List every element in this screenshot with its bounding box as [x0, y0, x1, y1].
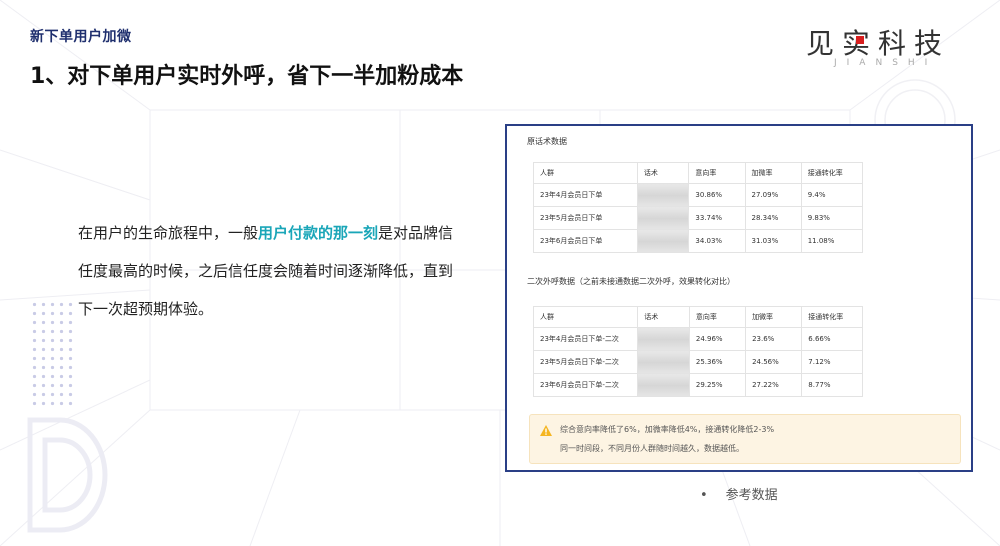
table-cell: 7.12% [801, 350, 863, 374]
table-row: 23年5月会员日下单-二次 25.36% 24.56% 7.12% [532, 350, 863, 374]
table-row: 23年4月会员日下单 30.86% 27.09% 9.4% [533, 183, 864, 207]
company-logo: 见实科技 JIANSHI [806, 22, 966, 72]
table-cell: 27.09% [744, 183, 802, 207]
table1-header-row: 人群 话术 意向率 加微率 接通转化率 [533, 162, 864, 184]
table-cell: 27.22% [745, 373, 803, 397]
table1-header-cell: 接通转化率 [800, 162, 864, 184]
data-panel-inner: 原话术数据 人群 话术 意向率 加微率 接通转化率 23年4月会员日下单 30.… [515, 130, 963, 466]
section-tag: 新下单用户加微 [30, 29, 132, 45]
table2-header-cell: 加微率 [745, 306, 803, 328]
note-line-1: 综合意向率降低了6%，加微率降低4%，接通转化降低2-3% [560, 425, 775, 434]
table-cell: 33.74% [688, 206, 746, 230]
table-row: 23年6月会员日下单 34.03% 31.03% 11.08% [533, 229, 864, 253]
table-cell: 28.34% [744, 206, 802, 230]
table2-header-cell: 人群 [532, 306, 639, 328]
blurred-cell [636, 206, 690, 230]
table-row: 23年4月会员日下单-二次 24.96% 23.6% 6.66% [532, 327, 863, 351]
table-cell: 9.4% [800, 183, 864, 207]
logo-red-square [856, 36, 864, 44]
table-row: 23年6月会员日下单-二次 29.25% 27.22% 8.77% [532, 373, 863, 397]
table1-caption: 原话术数据 [527, 137, 567, 146]
table1-header-cell: 话术 [636, 162, 690, 184]
summary-note: 综合意向率降低了6%，加微率降低4%，接通转化降低2-3% 同一时间段，不同月份… [529, 414, 961, 464]
table1-header-cell: 人群 [533, 162, 638, 184]
blurred-cell [637, 327, 690, 351]
blurred-cell [636, 229, 690, 253]
table-cell: 31.03% [744, 229, 802, 253]
decorative-d-shape [27, 417, 108, 533]
table1-header-cell: 加微率 [744, 162, 802, 184]
table2-header-row: 人群 话术 意向率 加微率 接通转化率 [532, 306, 863, 328]
bullet: • [700, 488, 708, 503]
body-paragraph: 在用户的生命旅程中，一般用户付款的那一刻是对品牌信任度最高的时候，之后信任度会随… [78, 214, 458, 328]
table-cell: 23年4月会员日下单 [533, 183, 638, 207]
reference-caption-text: 参考数据 [725, 488, 778, 503]
table-cell: 23年6月会员日下单-二次 [532, 373, 639, 397]
warning-icon [540, 425, 552, 436]
table-cell: 23年4月会员日下单-二次 [532, 327, 639, 351]
table2-header-cell: 话术 [637, 306, 690, 328]
blurred-cell [637, 350, 690, 374]
logo-subtext: JIANSHI [834, 58, 938, 68]
page-title: 1、对下单用户实时外呼，省下一半加粉成本 [30, 64, 464, 89]
table-cell: 24.96% [688, 327, 747, 351]
data-screenshot-panel: 原话术数据 人群 话术 意向率 加微率 接通转化率 23年4月会员日下单 30.… [505, 124, 973, 472]
table1: 人群 话术 意向率 加微率 接通转化率 23年4月会员日下单 30.86% 27… [533, 162, 864, 253]
table1-header-cell: 意向率 [688, 162, 746, 184]
decorative-dots [30, 300, 76, 410]
logo-text: 见实科技 [806, 27, 951, 60]
blurred-cell [636, 183, 690, 207]
blurred-cell [637, 373, 690, 397]
table2-header-cell: 意向率 [688, 306, 747, 328]
note-line-2: 同一时间段，不同月份人群随时间越久，数据越低。 [560, 444, 744, 453]
table2-caption: 二次外呼数据（之前未接通数据二次外呼，效果转化对比） [527, 277, 735, 286]
table-cell: 23年5月会员日下单 [533, 206, 638, 230]
reference-caption: • 参考数据 [700, 484, 778, 503]
table-cell: 8.77% [801, 373, 863, 397]
table-cell: 25.36% [688, 350, 747, 374]
table2: 人群 话术 意向率 加微率 接通转化率 23年4月会员日下单-二次 24.96%… [532, 306, 863, 397]
table-row: 23年5月会员日下单 33.74% 28.34% 9.83% [533, 206, 864, 230]
table-cell: 9.83% [800, 206, 864, 230]
table-cell: 34.03% [688, 229, 746, 253]
table-cell: 11.08% [800, 229, 864, 253]
body-text-part1: 在用户的生命旅程中，一般 [78, 224, 259, 242]
table-cell: 29.25% [688, 373, 747, 397]
table-cell: 30.86% [688, 183, 746, 207]
table-cell: 24.56% [745, 350, 803, 374]
table-cell: 23年5月会员日下单-二次 [532, 350, 639, 374]
table-cell: 6.66% [801, 327, 863, 351]
body-highlight: 用户付款的那一刻 [258, 224, 379, 242]
table-cell: 23.6% [745, 327, 803, 351]
table2-header-cell: 接通转化率 [801, 306, 863, 328]
table-cell: 23年6月会员日下单 [533, 229, 638, 253]
